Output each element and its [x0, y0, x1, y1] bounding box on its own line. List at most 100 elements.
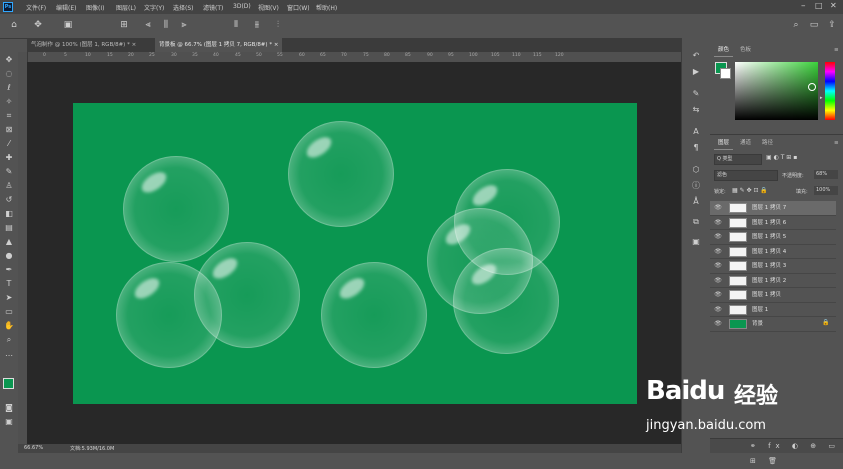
filter-icons[interactable]: ▣ ◐ T ⊞ ▪	[766, 154, 797, 161]
screen-mode-icon[interactable]: ▣	[3, 416, 15, 428]
blur-tool-icon[interactable]: ▲	[3, 236, 15, 248]
distribute-h-icon[interactable]: ⫵	[251, 19, 263, 31]
blend-mode-select[interactable]: 滤色	[714, 170, 778, 181]
distribute-v-icon[interactable]: ⫶	[272, 19, 284, 31]
eye-icon[interactable]: 👁	[714, 320, 722, 328]
menu-select[interactable]: 选择(S)	[173, 3, 194, 12]
brush-settings-icon[interactable]: ✎	[690, 88, 702, 100]
character-icon[interactable]: A	[690, 126, 702, 138]
move-tool-icon[interactable]: ✥	[3, 54, 15, 66]
zoom-level[interactable]: 66.67%	[24, 445, 43, 451]
libraries-icon[interactable]: ⧉	[690, 216, 702, 228]
hue-slider[interactable]	[825, 62, 835, 120]
eraser-tool-icon[interactable]: ◧	[3, 208, 15, 220]
eye-icon[interactable]: 👁	[714, 291, 722, 299]
adjust-icon[interactable]: ⇆	[690, 104, 702, 116]
tab-bubble-doc[interactable]: 气泡制作 @ 100% (图层 1, RGB/8#) * ×	[27, 38, 140, 52]
shape-tool-icon[interactable]: ▭	[3, 306, 15, 318]
info-icon[interactable]: ⓘ	[690, 180, 702, 192]
eyedropper-icon[interactable]: ⁄	[3, 138, 15, 150]
zoom-tool-icon[interactable]: ⌕	[3, 334, 15, 346]
eye-icon[interactable]: 👁	[714, 262, 722, 270]
layer-row[interactable]: 👁 图层 1	[710, 303, 836, 317]
more-tools-icon[interactable]: ⋯	[3, 350, 15, 362]
transform-controls-icon[interactable]: ⊞	[118, 19, 130, 31]
quick-mask-icon[interactable]: ◙	[3, 402, 15, 414]
layer-row[interactable]: 👁 图层 1 拷贝 6	[710, 216, 836, 230]
hue-slider-handle[interactable]: ▸	[820, 95, 823, 101]
layer-row[interactable]: 👁 图层 1 拷贝 3	[710, 259, 836, 274]
panel-menu-icon[interactable]: ≡	[830, 44, 843, 56]
brush-tool-icon[interactable]: ✎	[3, 166, 15, 178]
layer-row[interactable]: 👁 图层 1 拷贝 5	[710, 230, 836, 245]
align-right-icon[interactable]: ⫸	[178, 19, 190, 31]
lasso-tool-icon[interactable]: ℓ	[3, 82, 15, 94]
home-icon[interactable]: ⌂	[8, 19, 20, 31]
align-left-icon[interactable]: ⫷	[142, 19, 154, 31]
document-canvas[interactable]	[73, 103, 637, 404]
distribute-icon[interactable]: ⫴	[230, 19, 242, 31]
type-tool-icon[interactable]: T	[3, 278, 15, 290]
tab-swatches[interactable]: 色板	[736, 44, 755, 56]
lock-icons[interactable]: ▦ ✎ ✥ ⊡ 🔒	[732, 187, 768, 194]
layer-row[interactable]: 👁 图层 1 拷贝 7	[710, 201, 836, 216]
foreground-color-swatch[interactable]	[3, 378, 14, 389]
eye-icon[interactable]: 👁	[714, 233, 722, 241]
path-select-icon[interactable]: ➤	[3, 292, 15, 304]
actions-icon[interactable]: ▶	[690, 66, 702, 78]
auto-select-icon[interactable]: ▣	[62, 19, 74, 31]
color-picker-cursor[interactable]	[808, 83, 816, 91]
layer-row[interactable]: 👁 图层 1 拷贝 4	[710, 245, 836, 259]
eye-icon[interactable]: 👁	[714, 219, 722, 227]
menu-image[interactable]: 图像(I)	[86, 3, 104, 12]
tab-channels[interactable]: 通道	[736, 137, 755, 149]
paragraph-icon[interactable]: ¶	[690, 142, 702, 154]
menu-help[interactable]: 帮助(H)	[316, 3, 337, 12]
eye-icon[interactable]: 👁	[714, 248, 722, 256]
minimize-icon[interactable]: –	[801, 1, 806, 11]
menu-3d[interactable]: 3D(D)	[233, 3, 251, 10]
opacity-input[interactable]: 68%	[814, 170, 838, 179]
move-tool-icon[interactable]: ✥	[32, 19, 44, 31]
color-picker-field[interactable]	[735, 62, 818, 120]
menu-view[interactable]: 视图(V)	[258, 3, 279, 12]
tab-color[interactable]: 颜色	[714, 44, 734, 57]
gradient-tool-icon[interactable]: ▤	[3, 222, 15, 234]
dodge-tool-icon[interactable]: ●	[3, 250, 15, 262]
glyphs-icon[interactable]: Å	[690, 196, 702, 208]
stamp-tool-icon[interactable]: ♙	[3, 180, 15, 192]
close-icon[interactable]: ✕	[830, 1, 837, 10]
search-icon[interactable]: ⌕	[790, 19, 802, 31]
layer-row[interactable]: 👁 背景 🔒	[710, 317, 836, 332]
menu-type[interactable]: 文字(Y)	[144, 3, 164, 12]
fill-input[interactable]: 100%	[814, 186, 838, 195]
maximize-icon[interactable]: □	[815, 1, 823, 10]
history-icon[interactable]: ↶	[690, 50, 702, 62]
workspace-icon[interactable]: ▭	[808, 19, 820, 31]
menu-filter[interactable]: 滤镜(T)	[203, 3, 223, 12]
crop-tool-icon[interactable]: ⌗	[3, 110, 15, 122]
menu-edit[interactable]: 编辑(E)	[56, 3, 76, 12]
close-icon[interactable]: ×	[274, 42, 279, 48]
panel-menu-icon[interactable]: ≡	[830, 137, 843, 149]
tab-layers[interactable]: 图层	[714, 137, 734, 150]
properties-icon[interactable]: ▣	[690, 236, 702, 248]
layer-filter-select[interactable]: Q 类型	[714, 154, 762, 165]
tab-paths[interactable]: 路径	[758, 137, 777, 149]
menu-file[interactable]: 文件(F)	[26, 3, 46, 12]
hand-tool-icon[interactable]: ✋	[3, 320, 15, 332]
share-icon[interactable]: ⇪	[826, 19, 838, 31]
layer-row[interactable]: 👁 图层 1 拷贝	[710, 288, 836, 303]
align-center-icon[interactable]: ⫼	[160, 19, 172, 31]
healing-brush-icon[interactable]: ✚	[3, 152, 15, 164]
frame-tool-icon[interactable]: ⊠	[3, 124, 15, 136]
eye-icon[interactable]: 👁	[714, 204, 722, 212]
eye-icon[interactable]: 👁	[714, 277, 722, 285]
pen-tool-icon[interactable]: ✒	[3, 264, 15, 276]
marquee-tool-icon[interactable]: ◌	[3, 68, 15, 80]
tab-background-doc[interactable]: 背景板 @ 66.7% (图层 1 拷贝 7, RGB/8#) * ×	[155, 38, 283, 52]
cube-icon[interactable]: ⬡	[690, 164, 702, 176]
layer-row[interactable]: 👁 图层 1 拷贝 2	[710, 274, 836, 288]
background-color-swatch[interactable]	[720, 68, 731, 79]
magic-wand-icon[interactable]: ✧	[3, 96, 15, 108]
